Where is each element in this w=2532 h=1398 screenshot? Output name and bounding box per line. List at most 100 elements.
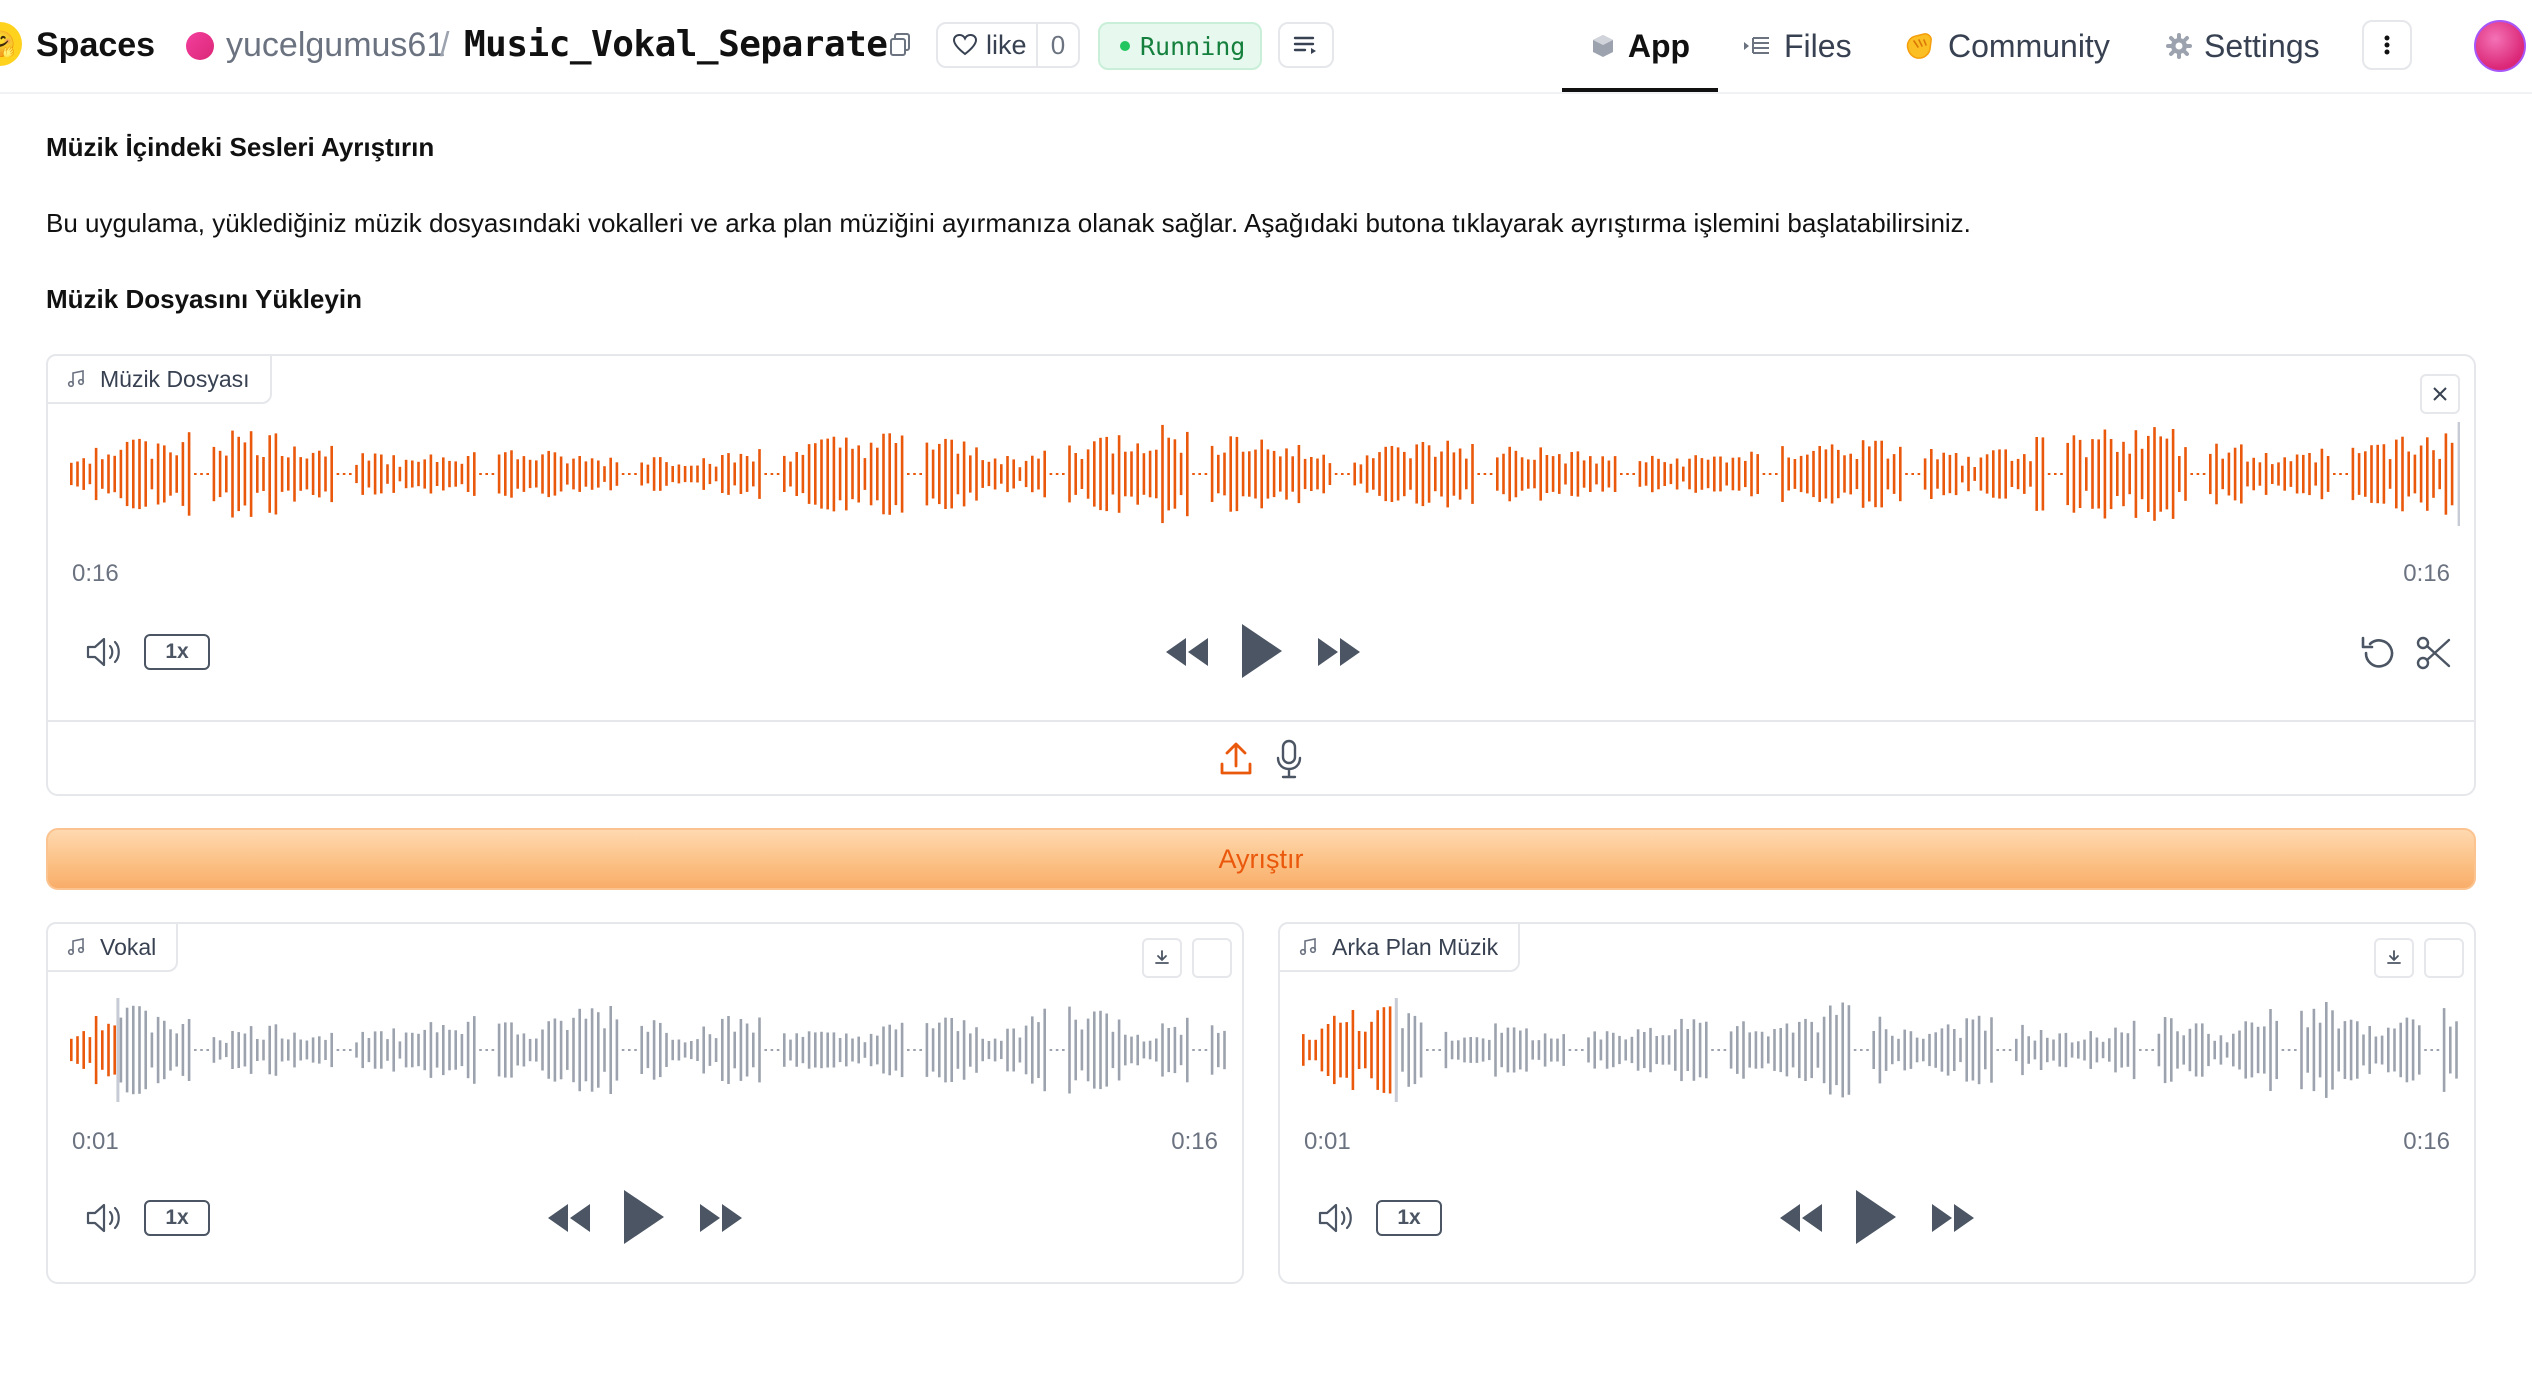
background-output-panel: Arka Plan Müzik 0:01 0:16 1x [1278,922,2476,1284]
like-button[interactable]: like 0 [936,22,1080,68]
vocal-waveform-bar [1099,1010,1102,1090]
input-waveform-bar [944,438,947,509]
download-background-button[interactable] [2374,938,2414,978]
input-waveform-bar [597,460,600,488]
vocal-waveform-bar [888,1024,891,1076]
vocal-waveform-bar [665,1032,668,1067]
vocal-waveform-cursor[interactable] [116,998,120,1102]
input-waveform-bar [1105,436,1108,512]
input-waveform-bar [1049,473,1053,475]
background-waveform[interactable] [1302,998,2462,1102]
input-waveform-bar [1520,457,1524,491]
repo-name[interactable]: Music_Vokal_Separate [464,24,888,65]
owner-link[interactable]: yucelgumus61 [226,26,445,65]
input-waveform-bar [1130,451,1133,497]
microphone-icon[interactable] [1274,738,1304,780]
input-waveform-bar [1973,467,1976,481]
tab-community[interactable]: Community [1904,0,2110,92]
background-waveform-bar [1581,1049,1584,1051]
input-waveform-bar [231,430,234,518]
hugging-face-logo-icon[interactable]: 🤗 [0,22,22,66]
source-bar-divider [48,720,2474,722]
input-waveform-bar [1446,440,1449,508]
play-icon[interactable] [1850,1186,1900,1248]
share-background-button[interactable] [2424,938,2464,978]
background-waveform-bar [1791,1032,1795,1068]
input-waveform-bar [429,454,433,494]
fast-forward-icon[interactable] [1928,1198,1978,1238]
tab-app[interactable]: App [1562,0,1718,92]
background-waveform-bar [1630,1036,1634,1064]
rewind-icon[interactable] [1162,632,1212,672]
background-waveform-bar [1810,1021,1813,1079]
vocal-waveform-bar [1105,1013,1108,1087]
play-icon[interactable] [618,1186,668,1248]
background-waveform-bar [1717,1049,1720,1051]
scissors-icon[interactable] [2414,634,2454,672]
more-options-button[interactable] [2362,20,2412,70]
background-waveform-bar [1587,1037,1590,1063]
fast-forward-icon[interactable] [1314,632,1364,672]
background-waveform-bar [1333,1015,1336,1085]
vocal-waveform[interactable] [70,998,1230,1102]
background-waveform-bar [2176,1031,2179,1069]
volume-icon[interactable] [84,634,128,670]
vocal-waveform-bar [510,1022,513,1078]
logs-button[interactable] [1278,22,1334,68]
input-waveform-bar [2283,457,2286,491]
upload-icon[interactable] [1218,740,1254,778]
fast-forward-icon[interactable] [696,1198,746,1238]
background-waveform-cursor[interactable] [1394,998,1398,1102]
spaces-link[interactable]: Spaces [36,26,155,65]
vocal-waveform-bar [435,1032,439,1068]
input-waveform-cursor[interactable] [2457,422,2460,526]
background-waveform-bar [1903,1029,1906,1071]
vocal-waveform-bar [597,1012,600,1088]
vocal-waveform-bar [1093,1011,1096,1089]
background-waveform-bar [1376,1010,1379,1090]
tab-settings[interactable]: Settings [2166,0,2320,92]
input-waveform-bar [504,452,507,496]
page-title: Müzik İçindeki Sesleri Ayrıştırın [46,132,435,162]
undo-icon[interactable] [2358,634,2398,672]
user-avatar[interactable] [2474,20,2526,72]
vocal-waveform-bar [956,1031,960,1069]
rewind-icon[interactable] [544,1198,594,1238]
clear-audio-button[interactable] [2420,374,2460,414]
background-waveform-bar [1940,1028,1944,1072]
play-icon[interactable] [1236,620,1286,682]
input-waveform-bar [2227,452,2231,496]
copy-icon[interactable] [888,32,912,58]
vocal-waveform-bar [745,1023,749,1077]
input-waveform-bar [1899,446,1902,502]
vocal-waveform-bar [200,1049,203,1051]
background-speed-button[interactable]: 1x [1376,1200,1442,1236]
vocal-speed-button[interactable]: 1x [144,1200,210,1236]
input-waveform-bar [1012,459,1015,489]
separate-button[interactable]: Ayrıştır [46,828,2476,890]
download-vocal-button[interactable] [1142,938,1182,978]
vocal-waveform-bar [380,1031,383,1069]
vocal-waveform-bar [962,1020,966,1080]
vocal-waveform-bar [249,1026,253,1074]
playback-speed-button[interactable]: 1x [144,634,210,670]
background-waveform-bar [2362,1034,2365,1066]
background-waveform-bar [2318,1022,2322,1078]
background-waveform-bar [1568,1049,1572,1051]
input-waveform-bar [1384,446,1387,502]
vocal-waveform-bar [789,1039,792,1061]
input-waveform-bar [1874,440,1877,508]
background-waveform-bar [1884,1029,1888,1071]
vocal-waveform-bar [336,1049,340,1051]
input-waveform-bar [789,461,792,487]
tab-files[interactable]: Files [1742,0,1852,92]
background-waveform-bar [1543,1033,1547,1067]
input-waveform-bar [2388,459,2392,489]
share-vocal-button[interactable] [1192,938,1232,978]
input-waveform[interactable] [70,422,2460,526]
input-waveform-bar [1954,453,1958,496]
volume-icon[interactable] [1316,1200,1360,1236]
status-badge[interactable]: Running [1098,22,1262,70]
volume-icon[interactable] [84,1200,128,1236]
rewind-icon[interactable] [1776,1198,1826,1238]
